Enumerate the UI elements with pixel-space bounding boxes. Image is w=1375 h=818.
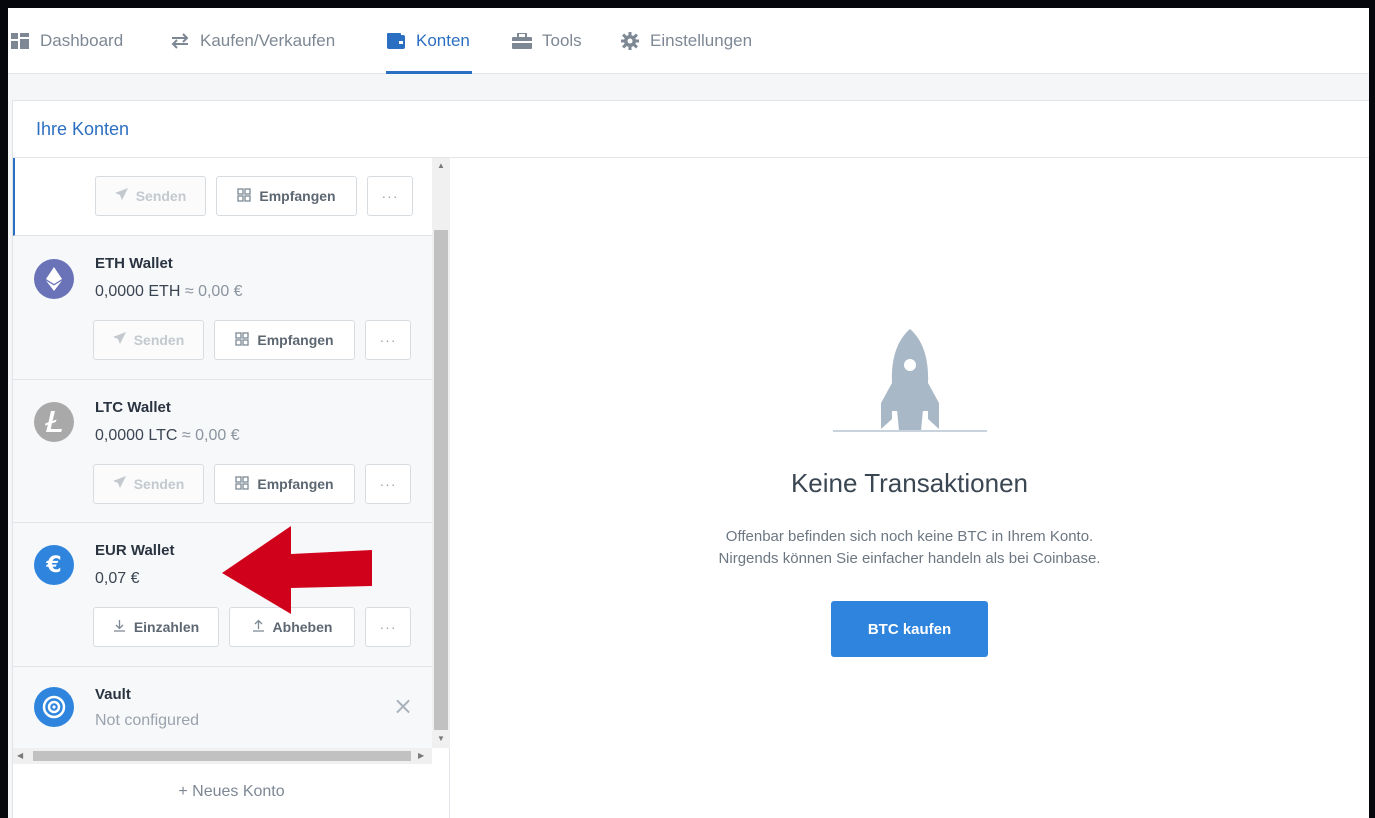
nav-settings-label: Einstellungen <box>650 31 753 50</box>
balance-fiat: ≈ 0,00 € <box>181 427 240 444</box>
nav-dashboard[interactable]: Dashboard <box>10 8 123 74</box>
nav-accounts-label: Konten <box>416 31 470 50</box>
scroll-right-arrow-icon[interactable]: ▶ <box>418 751 424 760</box>
toolbox-icon <box>512 31 532 51</box>
account-list: Senden Empfangen ··· ETH Wallet 0,0000 E… <box>13 158 432 748</box>
euro-icon: € <box>34 545 74 585</box>
buy-btc-button[interactable]: BTC kaufen <box>831 601 988 657</box>
receive-button[interactable]: Empfangen <box>216 176 357 216</box>
send-label: Senden <box>133 332 185 348</box>
send-icon <box>112 476 126 492</box>
account-name: Vault <box>95 686 131 703</box>
transactions-area: Keine Transaktionen Offenbar befinden si… <box>450 158 1369 818</box>
new-account-button[interactable]: + Neues Konto <box>13 764 450 818</box>
dashboard-icon <box>10 31 30 51</box>
balance-amount: 0,07 € <box>95 570 140 587</box>
deposit-button[interactable]: Einzahlen <box>93 607 219 647</box>
accounts-sidebar: Senden Empfangen ··· ETH Wallet 0,0000 E… <box>13 158 450 818</box>
send-label: Senden <box>133 476 185 492</box>
empty-state-text: Nirgends können Sie einfacher handeln al… <box>718 550 1101 567</box>
scrollbar-thumb[interactable] <box>33 751 411 761</box>
annotation-arrow-icon <box>222 526 374 621</box>
vault-status: Not configured <box>95 712 200 729</box>
rocket-icon <box>833 323 987 438</box>
more-options-button[interactable]: ··· <box>367 176 413 216</box>
send-button[interactable]: Senden <box>93 320 204 360</box>
nav-tools-label: Tools <box>542 31 582 50</box>
account-name: LTC Wallet <box>95 399 171 416</box>
account-balance: 0,07 € <box>95 570 139 588</box>
horizontal-scrollbar[interactable]: ◀ ▶ <box>13 748 432 764</box>
nav-tools[interactable]: Tools <box>512 8 582 74</box>
download-icon <box>113 619 126 635</box>
withdraw-label: Abheben <box>272 619 333 635</box>
balance-amount: 0,0000 LTC <box>95 427 178 444</box>
receive-label: Empfangen <box>257 332 334 348</box>
account-name: EUR Wallet <box>95 542 175 559</box>
swap-arrows-icon <box>170 31 190 51</box>
send-label: Senden <box>135 188 187 204</box>
scrollbar-thumb[interactable] <box>434 230 448 730</box>
vertical-scrollbar[interactable]: ▲ ▼ <box>432 158 450 748</box>
scroll-down-arrow-icon[interactable]: ▼ <box>437 734 445 743</box>
empty-state-text: Offenbar befinden sich noch keine BTC in… <box>725 528 1094 545</box>
balance-amount: 0,0000 ETH <box>95 283 181 300</box>
qr-code-icon <box>235 331 250 349</box>
upload-icon <box>252 619 265 635</box>
panel-title: Ihre Konten <box>13 101 1369 158</box>
more-options-button[interactable]: ··· <box>365 464 411 504</box>
send-icon <box>112 332 126 348</box>
nav-dashboard-label: Dashboard <box>40 31 124 50</box>
account-balance: 0,0000 LTC ≈ 0,00 € <box>95 427 240 445</box>
account-eth-wallet[interactable]: ETH Wallet 0,0000 ETH ≈ 0,00 € Senden Em… <box>13 237 432 380</box>
balance-fiat: ≈ 0,00 € <box>184 283 243 300</box>
receive-button[interactable]: Empfangen <box>214 320 355 360</box>
account-balance: 0,0000 ETH ≈ 0,00 € <box>95 283 243 301</box>
wallet-icon <box>386 31 406 51</box>
gear-icon <box>620 31 640 51</box>
qr-code-icon <box>235 475 250 493</box>
vault-icon <box>34 687 74 727</box>
more-options-button[interactable]: ··· <box>365 320 411 360</box>
receive-label: Empfangen <box>259 188 336 204</box>
account-ltc-wallet[interactable]: LTC Wallet 0,0000 LTC ≈ 0,00 € Senden Em… <box>13 380 432 523</box>
qr-code-icon <box>237 187 252 205</box>
ethereum-icon <box>34 259 74 299</box>
accounts-panel: Ihre Konten Senden Empfangen ··· ETH Wal… <box>12 100 1369 818</box>
account-vault[interactable]: Vault Not configured × <box>13 667 432 748</box>
scroll-up-arrow-icon[interactable]: ▲ <box>437 161 445 170</box>
account-btc-partial[interactable]: Senden Empfangen ··· <box>13 158 432 236</box>
send-icon <box>114 188 128 204</box>
account-name: ETH Wallet <box>95 255 173 272</box>
nav-accounts[interactable]: Konten <box>386 8 472 74</box>
nav-buy-sell-label: Kaufen/Verkaufen <box>200 31 336 50</box>
send-button[interactable]: Senden <box>95 176 206 216</box>
send-button[interactable]: Senden <box>93 464 204 504</box>
nav-settings[interactable]: Einstellungen <box>620 8 752 74</box>
receive-button[interactable]: Empfangen <box>214 464 355 504</box>
scroll-left-arrow-icon[interactable]: ◀ <box>17 751 23 760</box>
nav-buy-sell[interactable]: Kaufen/Verkaufen <box>170 8 335 74</box>
litecoin-icon <box>34 402 74 442</box>
close-icon[interactable]: × <box>393 692 413 720</box>
receive-label: Empfangen <box>257 476 334 492</box>
top-navigation: Dashboard Kaufen/Verkaufen Konten Tools … <box>8 8 1369 74</box>
deposit-label: Einzahlen <box>133 619 200 635</box>
empty-state-title: Keine Transaktionen <box>790 468 1029 498</box>
app-window: Dashboard Kaufen/Verkaufen Konten Tools … <box>8 8 1369 818</box>
